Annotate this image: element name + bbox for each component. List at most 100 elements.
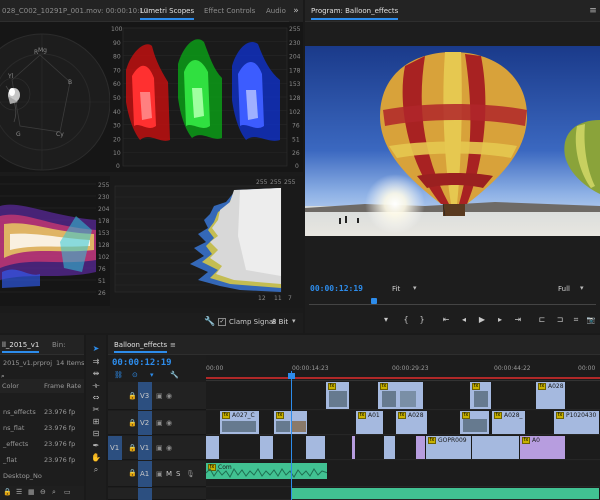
track-select-tool-icon[interactable]: ⇉ [89,356,103,367]
track-lane-v2[interactable]: fx A027_C fx fx A01 fx A028 fx fx A028_ fx P1… [206,411,600,435]
extract-icon[interactable]: ⊐ [553,314,567,326]
sync-lock-icon[interactable]: ▣ [156,444,163,452]
clip[interactable]: fx [470,382,492,409]
ripple-edit-tool-icon[interactable]: ⇹ [89,368,103,379]
work-area-bar[interactable] [206,377,600,379]
track-lane-a1[interactable]: fx Com [206,461,600,487]
step-back-icon[interactable]: ◂ [457,314,471,326]
clip-gopr009[interactable]: fx GOPR009 [426,436,472,459]
playhead-handle[interactable] [371,298,377,304]
track-target-v2[interactable]: V2 [138,411,152,435]
list-item[interactable]: _effects 23.976 fp [0,437,84,451]
eye-icon[interactable]: ◉ [166,444,172,452]
icon-view-icon[interactable]: ▦ [28,488,35,496]
tab-source-clip[interactable]: 028_C002_10291P_001.mov: 00:00:10:17 [2,0,148,22]
new-bin-icon[interactable]: ▭ [64,488,71,496]
razor-tool-icon[interactable]: ✂ [89,404,103,415]
list-item[interactable]: Desktop_No [0,469,84,483]
mark-in-icon[interactable]: { [399,314,413,326]
lock-icon[interactable]: 🔒 [128,469,137,477]
more-panels-icon[interactable]: » [289,0,303,22]
compare-icon[interactable]: ⌗ [569,314,583,326]
timeline-timecode[interactable]: 00:00:12:19 [112,358,172,368]
clip[interactable] [384,436,396,459]
lock-icon[interactable]: 🔒 [128,392,137,400]
clip[interactable]: fx A028 [536,382,566,409]
track-target-v3[interactable]: V3 [138,382,152,410]
playhead[interactable] [291,371,292,500]
clip-a027[interactable]: fx A027_C [220,411,260,434]
eye-icon[interactable]: ◉ [166,419,172,427]
chevron-down-icon[interactable]: ▾ [580,284,584,292]
microphone-icon[interactable]: 🎙 [186,470,195,478]
column-color[interactable]: Color [2,379,19,393]
clip[interactable]: fx [378,382,424,409]
lift-icon[interactable]: ⊏ [535,314,549,326]
rolling-edit-tool-icon[interactable]: ⟛ [89,380,103,391]
list-item[interactable]: ns_effects 23.976 fp [0,405,84,419]
tab-program[interactable]: Program: Balloon_effects [311,0,399,22]
track-lane-a2[interactable] [206,488,600,500]
clip[interactable] [260,436,274,459]
clip[interactable] [306,436,326,459]
clip-p1020430[interactable]: fx P1020430 [554,411,600,434]
linked-selection-icon[interactable]: ⊙ [132,371,138,379]
add-marker-icon[interactable]: ▾ [150,371,154,379]
tab-bin[interactable]: Bin: [52,335,66,355]
go-to-out-icon[interactable]: ⇥ [511,314,525,326]
export-frame-camera-icon[interactable]: 📷 [584,314,598,326]
list-view-icon[interactable]: ☰ [16,488,22,496]
source-patch-v1[interactable]: V1 [108,436,122,460]
sync-lock-icon[interactable]: ▣ [156,419,163,427]
tab-sequence[interactable]: Balloon_effects [114,335,168,355]
sync-lock-icon[interactable]: ▣ [156,392,163,400]
clamp-signal-checkbox[interactable]: ✓ [218,318,226,326]
settings-wrench-icon[interactable]: 🔧 [170,371,179,379]
mark-out-icon[interactable]: } [415,314,429,326]
program-timecode[interactable]: 00:00:12:19 [310,284,363,293]
zoom-fit-dropdown[interactable]: Fit [392,285,400,293]
track-target-a2[interactable] [138,488,152,500]
slip-tool-icon[interactable]: ⊞ [89,416,103,427]
wrench-icon[interactable]: 🔧 [204,317,215,327]
rate-stretch-tool-icon[interactable]: ⇔ [89,392,103,403]
clip-a01[interactable]: fx A01 [356,411,384,434]
lock-icon[interactable]: 🔒 [128,419,137,427]
clip-a028[interactable]: fx A028 [396,411,428,434]
lock-icon[interactable]: 🔒 [3,488,12,496]
track-target-a1[interactable]: A1 [138,461,152,487]
solo-button[interactable]: S [176,470,180,478]
audio-clip[interactable] [292,488,600,499]
tab-project[interactable]: ll_2015_v1 [2,335,40,355]
clip[interactable] [416,436,426,459]
go-to-in-icon[interactable]: ⇤ [439,314,453,326]
search-bins-icon[interactable]: ⌕ [52,488,56,497]
track-target-v1[interactable]: V1 [138,436,152,460]
time-ruler[interactable]: 00:00 00:00:14:23 00:00:29:23 00:00:44:2… [206,355,600,381]
list-item[interactable]: _flat 23.976 fp [0,453,84,467]
clip[interactable]: fx [460,411,490,434]
program-mini-timeline[interactable] [309,298,596,305]
eye-icon[interactable]: ◉ [166,392,172,400]
column-frame-rate[interactable]: Frame Rate [44,379,81,393]
slide-tool-icon[interactable]: ⊟ [89,428,103,439]
clip-a028b[interactable]: fx A028_ [492,411,526,434]
step-forward-icon[interactable]: ▸ [493,314,507,326]
audio-clip-com[interactable]: fx Com [206,463,328,479]
clip[interactable] [206,436,220,459]
clip-a0[interactable]: fx A0 [520,436,566,459]
playhead-handle[interactable] [288,373,295,379]
clip[interactable] [352,436,356,459]
zoom-tool-icon[interactable]: ⌕ [89,464,103,475]
pen-tool-icon[interactable]: ✒ [89,440,103,451]
chevron-down-icon[interactable]: ▾ [413,284,417,292]
bit-depth-dropdown[interactable]: 8 Bit [272,318,288,326]
zoom-slider-icon[interactable]: ⊖ [40,488,46,496]
mute-button[interactable]: M [166,470,172,478]
hand-tool-icon[interactable]: ✋ [89,452,103,463]
chevron-down-icon[interactable]: ▾ [292,317,296,325]
sync-lock-icon[interactable]: ▣ [156,470,163,478]
playback-resolution-dropdown[interactable]: Full [558,285,570,293]
tab-audio[interactable]: Audio [266,0,286,22]
list-item[interactable]: ns_flat 23.976 fp [0,421,84,435]
